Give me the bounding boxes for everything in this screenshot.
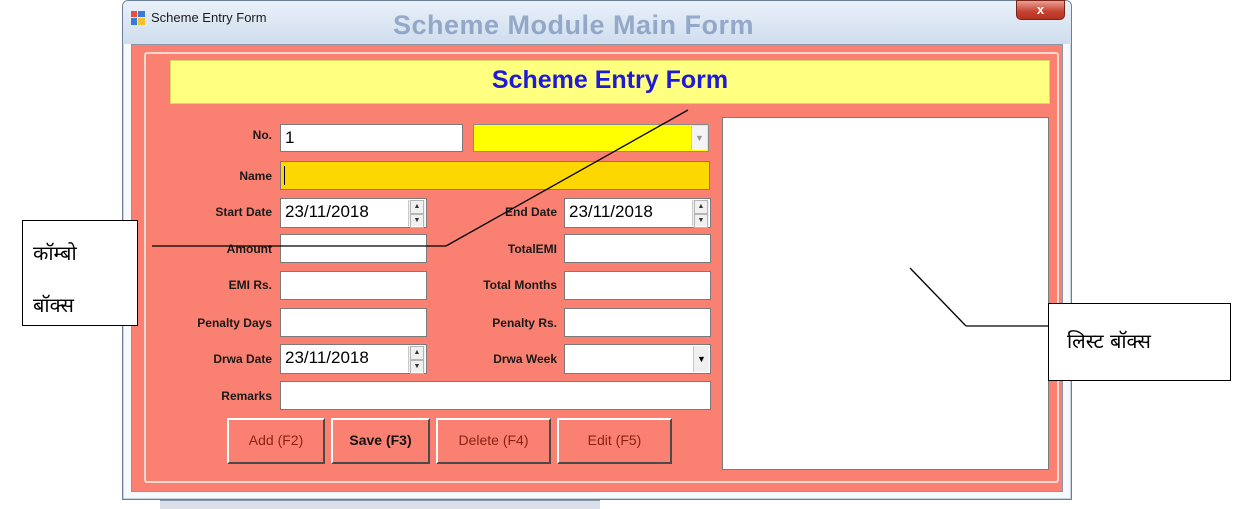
combo-leader-diagonal: [445, 109, 689, 247]
listbox-leader-diagonal: [909, 267, 967, 327]
annotation-lines: [152, 109, 1048, 327]
